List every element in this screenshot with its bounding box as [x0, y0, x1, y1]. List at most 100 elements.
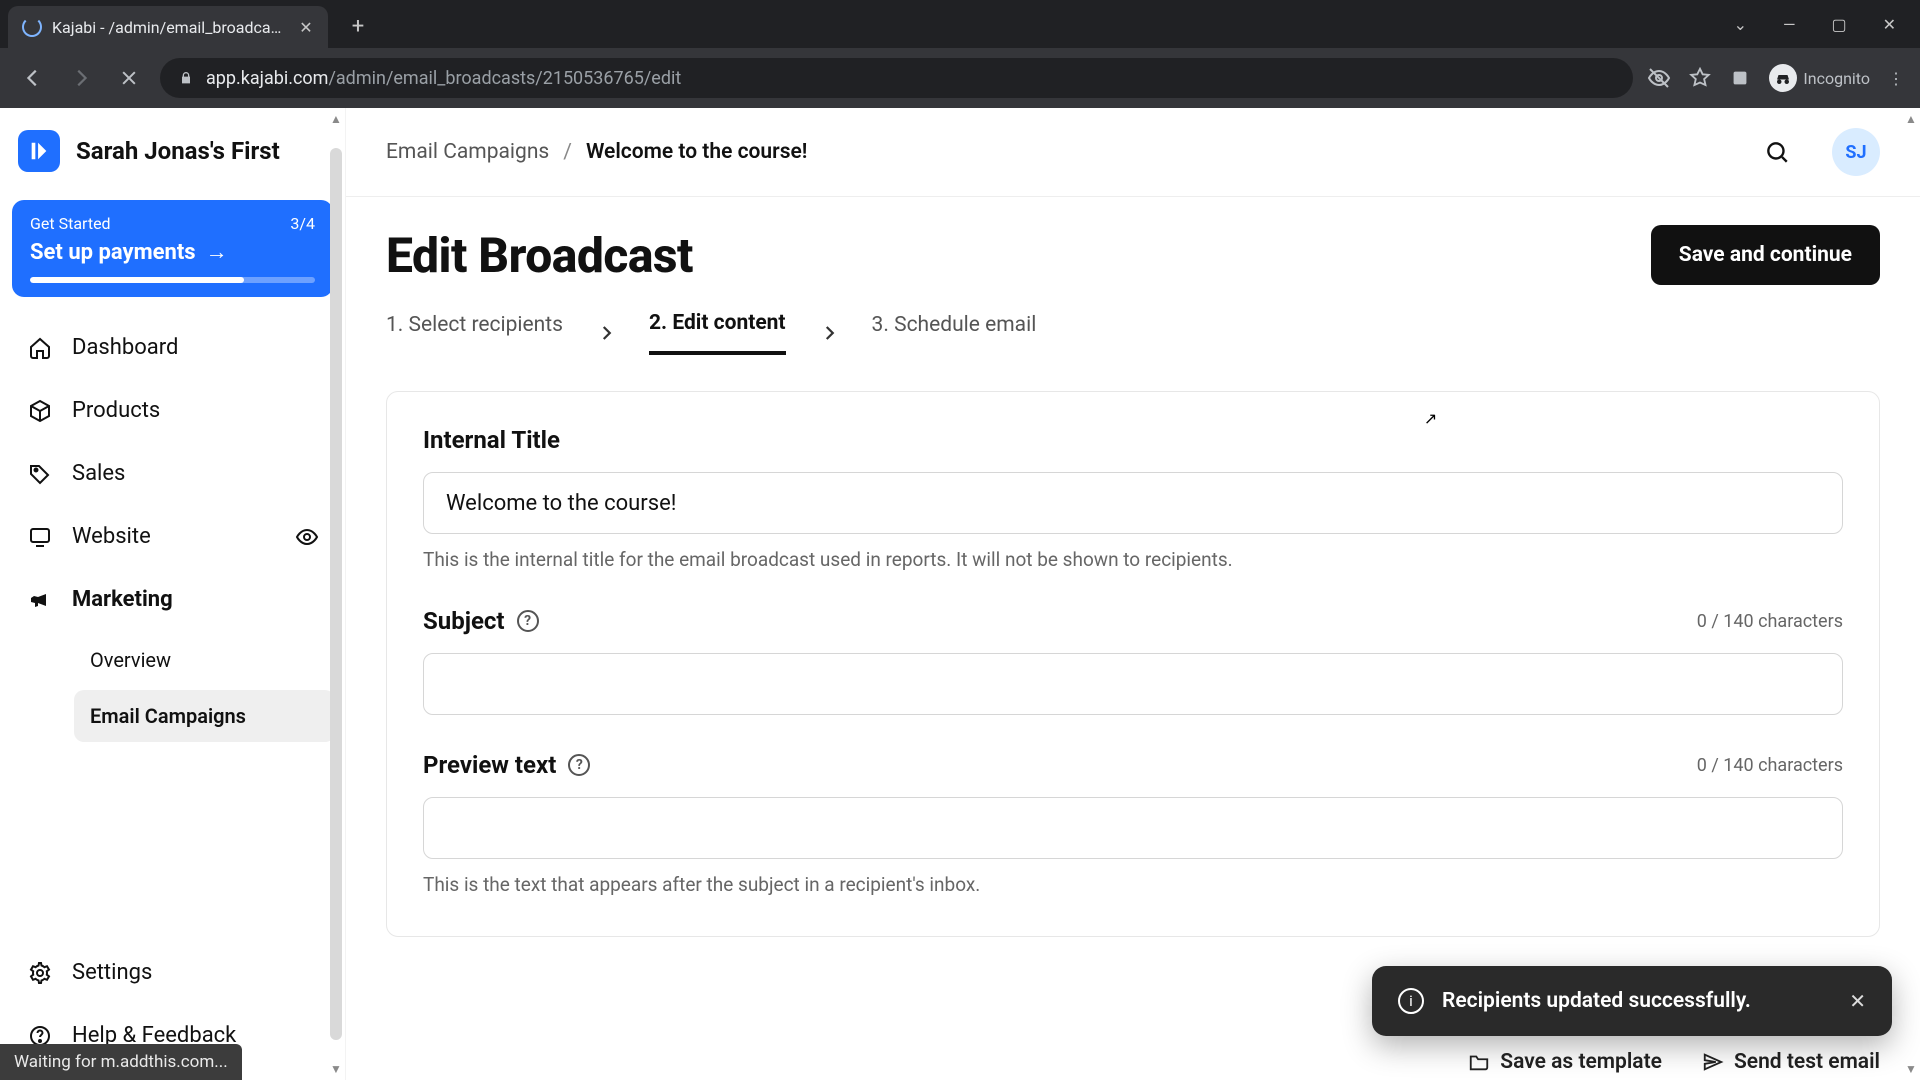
step-schedule-email[interactable]: 3. Schedule email: [872, 313, 1037, 353]
loading-spinner-icon: [22, 17, 42, 37]
url-text: app.kajabi.com/admin/email_broadcasts/21…: [206, 68, 681, 89]
sidebar-item-label: Marketing: [72, 587, 173, 612]
scroll-down-icon[interactable]: ▼: [330, 1058, 342, 1080]
info-icon: i: [1398, 988, 1424, 1014]
subnav-overview[interactable]: Overview: [74, 634, 335, 686]
send-test-email-button[interactable]: Send test email: [1702, 1050, 1880, 1074]
back-button[interactable]: [16, 61, 50, 95]
progress-bar: [30, 277, 315, 283]
sidebar-scrollbar[interactable]: ▲ ▼: [327, 108, 345, 1080]
toast-close-button[interactable]: ✕: [1849, 989, 1866, 1013]
save-and-continue-button[interactable]: Save and continue: [1651, 225, 1880, 285]
help-tooltip-icon[interactable]: ?: [517, 610, 539, 632]
bookmark-star-icon[interactable]: [1689, 67, 1711, 89]
sidebar-item-label: Sales: [72, 461, 125, 486]
page-title: Edit Broadcast: [386, 227, 693, 284]
kebab-menu-icon[interactable]: ⋮: [1888, 69, 1904, 88]
help-tooltip-icon[interactable]: ?: [568, 754, 590, 776]
lock-icon: [178, 70, 194, 86]
save-as-template-button[interactable]: Save as template: [1468, 1050, 1662, 1074]
maximize-icon[interactable]: ▢: [1831, 15, 1846, 34]
subnav-email-campaigns[interactable]: Email Campaigns: [74, 690, 335, 742]
status-bar: Waiting for m.addthis.com...: [0, 1044, 242, 1080]
arrow-right-icon: →: [206, 239, 228, 265]
step-select-recipients[interactable]: 1. Select recipients: [386, 313, 563, 353]
heading-row: Edit Broadcast Save and continue: [386, 225, 1880, 285]
extensions-icon[interactable]: [1729, 67, 1751, 89]
subject-char-counter: 0 / 140 characters: [1697, 611, 1843, 632]
megaphone-icon: [26, 588, 54, 612]
minimize-icon[interactable]: —: [1783, 15, 1796, 34]
content: Edit Broadcast Save and continue 1. Sele…: [346, 197, 1920, 1080]
subject-label: Subject: [423, 607, 505, 635]
box-icon: [26, 399, 54, 423]
eye-icon[interactable]: [295, 525, 319, 549]
sidebar-item-marketing[interactable]: Marketing: [10, 571, 335, 628]
toast: i Recipients updated successfully. ✕: [1372, 966, 1892, 1036]
sidebar-item-dashboard[interactable]: Dashboard: [10, 319, 335, 376]
sidebar-item-settings[interactable]: Settings: [10, 944, 335, 1001]
sidebar-item-label: Dashboard: [72, 335, 178, 360]
close-window-icon[interactable]: ✕: [1883, 15, 1896, 34]
folder-icon: [1468, 1051, 1490, 1073]
toolbar-icons: Incognito ⋮: [1647, 64, 1904, 92]
breadcrumb-current: Welcome to the course!: [586, 140, 808, 164]
sidebar-item-sales[interactable]: Sales: [10, 445, 335, 502]
sidebar-item-products[interactable]: Products: [10, 382, 335, 439]
preview-char-counter: 0 / 140 characters: [1697, 755, 1843, 776]
chevron-down-icon[interactable]: ⌄: [1734, 15, 1747, 34]
form-card: Internal Title This is the internal titl…: [386, 391, 1880, 937]
window-controls: ⌄ — ▢ ✕: [1734, 0, 1920, 48]
tab-title: Kajabi - /admin/email_broadcasts: [52, 18, 288, 37]
address-bar-row: app.kajabi.com/admin/email_broadcasts/21…: [0, 48, 1920, 108]
brand-header[interactable]: Sarah Jonas's First: [0, 108, 345, 194]
brand-logo: [18, 130, 60, 172]
preview-text-input[interactable]: [423, 797, 1843, 859]
breadcrumb: Email Campaigns / Welcome to the course!: [386, 140, 807, 164]
main: Email Campaigns / Welcome to the course!…: [346, 108, 1920, 1080]
internal-title-label: Internal Title: [423, 426, 560, 454]
internal-title-input[interactable]: [423, 472, 1843, 534]
get-started-card[interactable]: Get Started 3/4 Set up payments →: [12, 200, 333, 297]
sidebar-nav: Dashboard Products Sales Website Marketi…: [0, 315, 345, 746]
incognito-label: Incognito: [1803, 69, 1870, 88]
tag-icon: [26, 462, 54, 486]
step-edit-content[interactable]: 2. Edit content: [649, 311, 786, 355]
footer-actions: Save as template Send test email: [1468, 1050, 1880, 1074]
scroll-up-icon[interactable]: ▲: [1905, 108, 1917, 130]
get-started-progress: 3/4: [290, 214, 315, 233]
get-started-action: Set up payments: [30, 240, 196, 265]
marketing-subnav: Overview Email Campaigns: [10, 634, 335, 742]
stop-reload-button[interactable]: [112, 61, 146, 95]
subject-input[interactable]: [423, 653, 1843, 715]
home-icon: [26, 336, 54, 360]
toast-message: Recipients updated successfully.: [1442, 989, 1751, 1013]
sidebar-item-label: Settings: [72, 960, 152, 985]
main-scrollbar[interactable]: ▲ ▼: [1902, 108, 1920, 1080]
sidebar-item-label: Website: [72, 524, 151, 549]
chevron-right-icon: [597, 324, 615, 342]
sidebar-item-website[interactable]: Website: [10, 508, 335, 565]
get-started-label: Get Started: [30, 214, 111, 233]
scrollbar-thumb[interactable]: [330, 148, 342, 1040]
new-tab-button[interactable]: +: [340, 8, 376, 44]
scroll-up-icon[interactable]: ▲: [330, 108, 342, 130]
gear-icon: [26, 961, 54, 985]
breadcrumb-root[interactable]: Email Campaigns: [386, 140, 549, 164]
progress-bar-fill: [30, 277, 244, 283]
close-tab-icon[interactable]: ✕: [298, 19, 314, 35]
tracking-off-icon[interactable]: [1647, 66, 1671, 90]
step-tabs: 1. Select recipients 2. Edit content 3. …: [386, 311, 1880, 355]
search-button[interactable]: [1762, 137, 1792, 167]
browser-chrome: Kajabi - /admin/email_broadcasts ✕ + ⌄ —…: [0, 0, 1920, 108]
internal-title-helper: This is the internal title for the email…: [423, 548, 1843, 571]
scroll-down-icon[interactable]: ▼: [1905, 1058, 1917, 1080]
send-icon: [1702, 1051, 1724, 1073]
browser-tab[interactable]: Kajabi - /admin/email_broadcasts ✕: [8, 6, 328, 48]
app-root: Sarah Jonas's First Get Started 3/4 Set …: [0, 108, 1920, 1080]
breadcrumb-separator: /: [563, 140, 572, 164]
brand-name: Sarah Jonas's First: [76, 137, 280, 165]
user-avatar[interactable]: SJ: [1832, 128, 1880, 176]
address-bar[interactable]: app.kajabi.com/admin/email_broadcasts/21…: [160, 58, 1633, 98]
profile-button[interactable]: Incognito: [1769, 64, 1870, 92]
